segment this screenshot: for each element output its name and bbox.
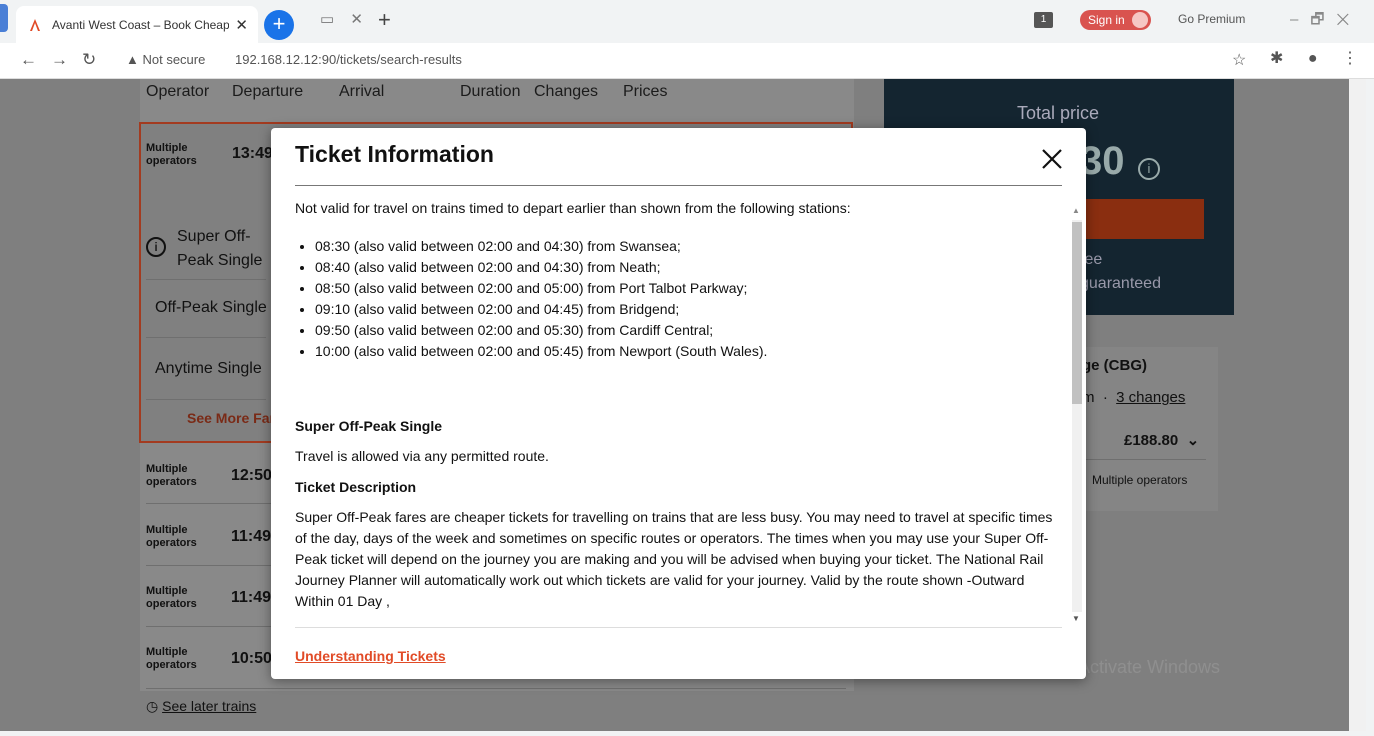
journey-price-value: £188.80 xyxy=(1124,432,1179,449)
chevron-down-icon: ⌄ xyxy=(1178,432,1200,449)
avatar-icon xyxy=(1131,12,1148,28)
tab-controls-icons[interactable]: ▭ ✕ xyxy=(320,10,369,28)
new-tab-circle-button[interactable]: + xyxy=(264,10,294,40)
changes-link[interactable]: 3 changes xyxy=(1116,389,1185,406)
modal-title: Ticket Information xyxy=(295,141,494,167)
restriction-list: 08:30 (also valid between 02:00 and 04:3… xyxy=(315,236,1066,362)
header-changes: Changes xyxy=(534,83,599,100)
modal-body: Not valid for travel on trains timed to … xyxy=(295,198,1066,628)
sign-in-label: Sign in xyxy=(1088,13,1125,27)
header-departure: Departure xyxy=(232,83,304,100)
modal-divider xyxy=(295,185,1062,186)
clock-icon: ◷ xyxy=(146,698,163,714)
selected-operator: Multiple operators xyxy=(146,142,197,167)
price-info-icon[interactable]: i xyxy=(1138,158,1160,180)
row-departure[interactable]: 11:49 xyxy=(231,528,271,546)
understanding-tickets-link[interactable]: Understanding Tickets xyxy=(295,648,446,664)
restriction-intro: Not valid for travel on trains timed to … xyxy=(295,200,851,216)
browser-tab[interactable]: Avanti West Coast – Book Cheap ✕ xyxy=(16,6,258,43)
window-controls[interactable]: –🗗✕ xyxy=(1290,9,1361,34)
restriction-item: 09:10 (also valid between 02:00 and 04:4… xyxy=(315,299,1066,320)
divider xyxy=(1082,459,1206,460)
divider xyxy=(146,279,266,280)
header-operator: Operator xyxy=(146,83,210,100)
modal-scrollbar[interactable]: ▲ ▼ xyxy=(1069,206,1083,626)
fare-super-off-peak[interactable]: Super Off-Peak Single xyxy=(177,225,269,273)
divider xyxy=(146,399,266,400)
tab-title: Avanti West Coast – Book Cheap xyxy=(52,17,230,32)
address-bar xyxy=(0,43,1374,79)
row-divider xyxy=(146,688,846,689)
add-tab-icon[interactable]: + xyxy=(378,7,391,33)
header-arrival: Arrival xyxy=(339,83,385,100)
extension-icons[interactable]: ✱ ● ⋮ xyxy=(1270,48,1368,68)
results-header: Operator Departure Arrival Duration Chan… xyxy=(146,83,746,103)
total-price-label: Total price xyxy=(1017,103,1100,123)
url-field[interactable]: 192.168.12.12:90/tickets/search-results xyxy=(235,52,462,67)
restriction-item: 08:30 (also valid between 02:00 and 04:3… xyxy=(315,236,1066,257)
see-later-trains-link[interactable]: ◷ See later trains xyxy=(146,698,256,715)
selected-departure: 13:49 xyxy=(232,145,273,162)
description-heading: Ticket Description xyxy=(295,479,417,495)
see-later-label: See later trains xyxy=(162,698,257,714)
journey-price[interactable]: £188.80 ⌄ xyxy=(1124,431,1199,449)
continue-button[interactable] xyxy=(1080,199,1204,239)
activate-windows-watermark: Activate Windows xyxy=(1078,657,1221,677)
go-premium-button[interactable]: Go Premium xyxy=(1178,12,1245,26)
restriction-item: 08:40 (also valid between 02:00 and 04:3… xyxy=(315,257,1066,278)
tab-count-badge[interactable]: 1 xyxy=(1034,12,1053,28)
restriction-item: 10:00 (also valid between 02:00 and 05:4… xyxy=(315,341,1066,362)
row-operator: Multiple operators xyxy=(146,585,197,610)
restriction-item: 09:50 (also valid between 02:00 and 05:3… xyxy=(315,320,1066,341)
row-operator: Multiple operators xyxy=(146,463,197,488)
fare-anytime[interactable]: Anytime Single xyxy=(155,360,262,378)
route-text: Travel is allowed via any permitted rout… xyxy=(295,448,549,464)
avanti-logo-icon xyxy=(30,18,40,31)
header-duration: Duration xyxy=(460,83,521,100)
divider xyxy=(146,337,266,338)
info-icon[interactable]: i xyxy=(146,237,166,257)
journey-meta: m · 3 changes xyxy=(1082,389,1186,406)
tab-close-icon[interactable]: ✕ xyxy=(235,16,248,34)
journey-operators: Multiple operators xyxy=(1092,473,1188,487)
row-departure[interactable]: 12:50 xyxy=(231,467,272,485)
bookmark-star-icon[interactable]: ☆ xyxy=(1232,50,1246,70)
row-operator: Multiple operators xyxy=(146,646,197,671)
ticket-name-heading: Super Off-Peak Single xyxy=(295,418,443,434)
row-departure[interactable]: 10:50 xyxy=(231,650,272,668)
ticket-description: Super Off-Peak fares are cheaper tickets… xyxy=(295,509,1053,609)
sign-in-button[interactable]: Sign in xyxy=(1080,10,1151,30)
fare-off-peak[interactable]: Off-Peak Single xyxy=(155,299,267,317)
price-guarantee-text: guaranteed xyxy=(1080,275,1161,292)
restriction-item: 08:50 (also valid between 02:00 and 05:0… xyxy=(315,278,1066,299)
header-prices: Prices xyxy=(623,83,668,100)
close-icon[interactable] xyxy=(1040,147,1064,171)
not-secure-indicator[interactable]: ▲ Not secure xyxy=(126,52,205,67)
scroll-up-icon[interactable]: ▲ xyxy=(1072,206,1080,215)
row-operator: Multiple operators xyxy=(146,524,197,549)
scroll-down-icon[interactable]: ▼ xyxy=(1072,614,1080,623)
modal-footer-divider xyxy=(295,627,1062,628)
see-more-fares-link[interactable]: See More Far xyxy=(187,410,275,426)
page-scrollbar[interactable] xyxy=(1349,79,1366,731)
ticket-info-modal: Ticket Information Not valid for travel … xyxy=(271,128,1086,679)
nav-buttons[interactable]: ←→↻ xyxy=(20,50,110,70)
destination-station: ge (CBG) xyxy=(1082,357,1147,374)
row-departure[interactable]: 11:49 xyxy=(231,589,271,607)
tab-search-corner[interactable] xyxy=(0,4,8,32)
total-price-value: 30 xyxy=(1080,139,1125,183)
scroll-thumb[interactable] xyxy=(1072,222,1082,404)
